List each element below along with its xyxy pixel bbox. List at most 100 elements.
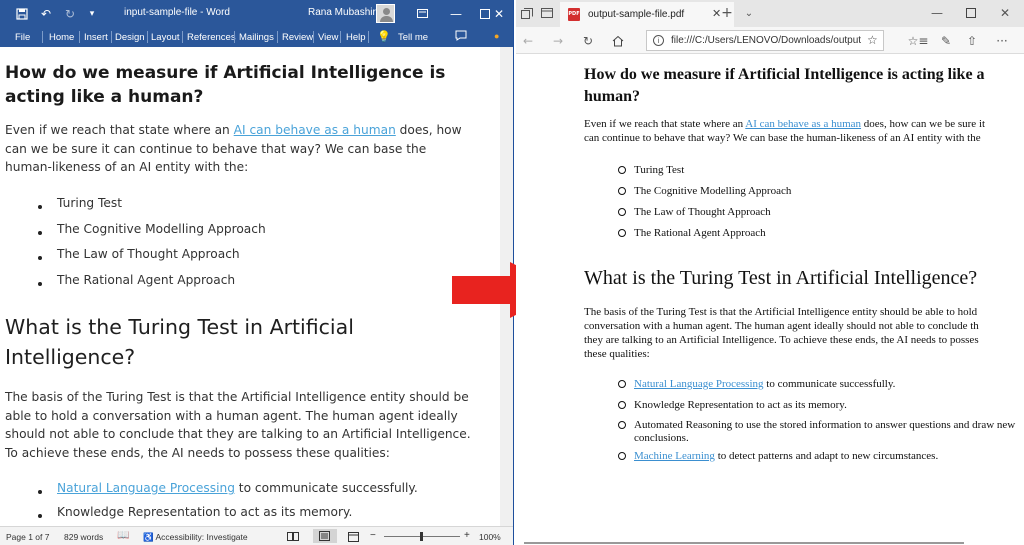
pdf-heading-2: What is the Turing Test in Artificial In… (584, 267, 978, 289)
page-count[interactable]: Page 1 of 7 (6, 532, 49, 542)
doc-link-nlp[interactable]: Natural Language Processing (57, 481, 235, 495)
favorites-hub-icon[interactable]: ☆≡ (908, 31, 929, 50)
tab-pdf[interactable]: PDF output-sample-file.pdf ✕ (560, 2, 734, 27)
redo-icon[interactable]: ↻ (58, 0, 82, 27)
list-item: The Rational Agent Approach (634, 227, 766, 239)
close-icon[interactable]: ✕ (484, 0, 513, 27)
home-icon[interactable] (608, 31, 628, 50)
horizontal-scrollbar[interactable] (524, 542, 964, 544)
pdf-paragraph-2-line: The basis of the Turing Test is that the… (584, 306, 978, 318)
list-item: Turing Test (57, 196, 123, 210)
share-icon[interactable]: ⇧ (962, 31, 982, 50)
word-count[interactable]: 829 words (64, 532, 103, 542)
zoom-slider-handle[interactable] (420, 532, 423, 541)
ribbon-display-icon[interactable] (404, 0, 440, 27)
zoom-in-icon[interactable]: + (464, 530, 470, 541)
doc-heading-2: What is the Turing Test in Artificial In… (5, 315, 354, 369)
document-page[interactable]: How do we measure if Artificial Intellig… (0, 47, 500, 526)
tab-view[interactable]: View (318, 32, 338, 43)
list-item: Knowledge Representation to act as its m… (634, 399, 847, 411)
edge-tab-bar: PDF output-sample-file.pdf ✕ + ⌄ — ✕ (516, 0, 1024, 27)
forward-icon[interactable]: → (548, 31, 568, 50)
pdf-link-ml[interactable]: Machine Learning (634, 450, 715, 462)
doc-paragraph-2: The basis of the Turing Test is that the… (5, 390, 471, 460)
bullet-icon (38, 205, 42, 209)
maximize-icon[interactable] (956, 3, 986, 23)
pen-icon[interactable]: ✎ (936, 31, 956, 50)
edge-toolbar: ← → ↻ i file:///C:/Users/LENOVO/Download… (516, 27, 1024, 54)
edge-window: PDF output-sample-file.pdf ✕ + ⌄ — ✕ ← →… (516, 0, 1024, 545)
bullet-icon (38, 514, 42, 518)
list-item: The Cognitive Modelling Approach (57, 222, 266, 236)
tab-review[interactable]: Review (282, 32, 313, 43)
print-layout-icon[interactable] (313, 529, 337, 543)
list-item: Knowledge Representation to act as its m… (57, 505, 353, 519)
pdf-heading: How do we measure if Artificial Intellig… (584, 66, 985, 105)
zoom-out-icon[interactable]: − (370, 530, 376, 541)
circle-bullet-icon (618, 421, 626, 429)
pdf-paragraph-2-line: these qualities: (584, 348, 650, 360)
url-text: file:///C:/Users/LENOVO/Downloads/output (671, 35, 862, 46)
list-item: Machine Learning to detect patterns and … (634, 450, 939, 462)
pdf-file-icon: PDF (568, 8, 580, 21)
pdf-paragraph-2-line: they are talking to an Artificial Intell… (584, 334, 979, 346)
tab-design[interactable]: Design (115, 32, 145, 43)
chevron-down-icon[interactable]: ⌄ (740, 3, 758, 23)
list-item: The Cognitive Modelling Approach (634, 185, 792, 197)
document-title: input-sample-file - Word (124, 7, 230, 18)
doc-link-ai-human[interactable]: AI can behave as a human (234, 123, 396, 137)
info-icon[interactable]: i (653, 35, 664, 46)
pdf-viewer[interactable]: How do we measure if Artificial Intellig… (516, 54, 1024, 545)
lightbulb-icon[interactable]: 💡 (377, 30, 391, 43)
tab-groups-icon[interactable] (518, 3, 536, 23)
address-bar[interactable]: i file:///C:/Users/LENOVO/Downloads/outp… (646, 30, 884, 51)
web-layout-icon[interactable] (348, 532, 359, 544)
new-tab-icon[interactable]: + (718, 3, 736, 23)
pdf-paragraph-1-line: can continue to behave that way? We can … (584, 132, 981, 144)
comments-icon[interactable] (455, 30, 467, 44)
circle-bullet-icon (618, 401, 626, 409)
tab-mailings[interactable]: Mailings (239, 32, 274, 43)
favorite-star-icon[interactable]: ☆ (867, 33, 878, 47)
proofing-icon[interactable]: 📖 (117, 530, 129, 541)
tab-preview-icon[interactable] (538, 3, 556, 23)
tell-me-search[interactable]: Tell me (398, 32, 428, 43)
circle-bullet-icon (618, 229, 626, 237)
list-item: Natural Language Processing to communica… (57, 481, 418, 495)
refresh-icon[interactable]: ↻ (578, 31, 598, 50)
user-name[interactable]: Rana Mubashir (308, 7, 376, 18)
back-icon[interactable]: ← (518, 31, 538, 50)
close-icon[interactable]: ✕ (990, 3, 1020, 23)
ribbon-tabs: File Home Insert Design Layout Reference… (0, 27, 513, 47)
minimize-icon[interactable]: — (922, 3, 952, 23)
bullet-icon (38, 282, 42, 286)
word-title-bar: ↶ ↻ ▾ input-sample-file - Word Rana Muba… (0, 0, 513, 27)
circle-bullet-icon (618, 208, 626, 216)
pdf-paragraph-2-line: conversation with a human agent. The hum… (584, 320, 979, 332)
avatar[interactable] (376, 4, 395, 23)
save-icon[interactable] (10, 0, 34, 27)
more-icon[interactable]: ··· (992, 31, 1012, 50)
list-item: Turing Test (634, 164, 685, 176)
pdf-link-nlp[interactable]: Natural Language Processing (634, 378, 764, 390)
status-bar: Page 1 of 7 829 words 📖 ♿ Accessibility:… (0, 526, 513, 545)
tab-references[interactable]: References (187, 32, 236, 43)
list-item: The Rational Agent Approach (57, 273, 236, 287)
tab-title: output-sample-file.pdf (588, 9, 685, 20)
tab-help[interactable]: Help (346, 32, 366, 43)
pdf-link-ai-human[interactable]: AI can behave as a human (745, 118, 861, 130)
zoom-level[interactable]: 100% (479, 532, 501, 542)
list-item: Automated Reasoning to use the stored in… (634, 419, 1016, 431)
accessibility-status[interactable]: ♿ Accessibility: Investigate (143, 532, 248, 543)
notification-dot-icon: ● (494, 31, 500, 41)
customize-toolbar-icon[interactable]: ▾ (80, 0, 104, 27)
list-item: The Law of Thought Approach (634, 206, 771, 218)
tab-insert[interactable]: Insert (84, 32, 108, 43)
tab-layout[interactable]: Layout (151, 32, 180, 43)
minimize-icon[interactable]: — (438, 0, 474, 27)
tab-home[interactable]: Home (49, 32, 74, 43)
list-item: Natural Language Processing to communica… (634, 378, 896, 390)
read-mode-icon[interactable] (287, 532, 299, 543)
undo-icon[interactable]: ↶ (34, 0, 58, 27)
tab-file[interactable]: File (15, 32, 30, 43)
